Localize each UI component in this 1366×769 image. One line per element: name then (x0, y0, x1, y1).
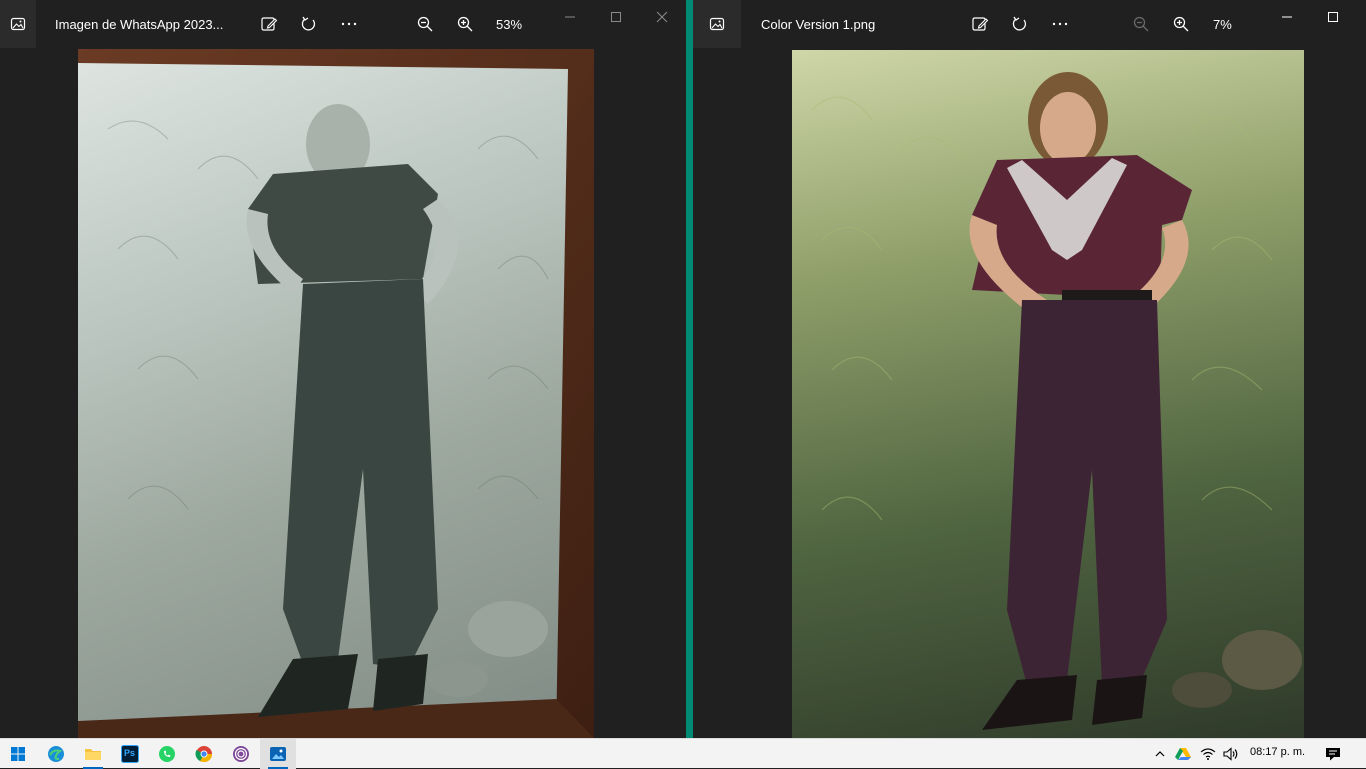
maximize-icon[interactable] (1318, 6, 1348, 28)
windows-start-icon[interactable] (0, 739, 36, 769)
edge-icon[interactable] (38, 739, 74, 769)
zoom-level: 53% (496, 17, 523, 32)
photoshop-label: Ps (124, 748, 136, 758)
close-icon[interactable] (647, 6, 677, 28)
maximize-icon[interactable] (601, 6, 631, 28)
zoom-in-icon[interactable] (1169, 12, 1193, 36)
zoom-level: 7% (1213, 17, 1232, 32)
rotate-icon[interactable] (1008, 12, 1032, 36)
desktop: Imagen de WhatsApp 2023... 53% Color Ver… (0, 0, 1366, 738)
notifications-icon[interactable] (1322, 739, 1344, 769)
file-explorer-icon[interactable] (75, 739, 111, 769)
photos-icon[interactable] (260, 739, 296, 769)
photos-window-right: Color Version 1.png 7% (693, 0, 1366, 738)
minimize-icon[interactable] (555, 6, 585, 28)
google-drive-icon[interactable] (1173, 739, 1193, 769)
minimize-icon[interactable] (1272, 6, 1302, 28)
taskbar: Ps 08:17 p. m. (0, 738, 1366, 769)
chrome-icon[interactable] (186, 739, 222, 769)
whatsapp-icon[interactable] (149, 739, 185, 769)
titlebar-left: Imagen de WhatsApp 2023... 53% (0, 0, 686, 48)
window-title: Color Version 1.png (761, 17, 876, 32)
zoom-in-icon[interactable] (453, 12, 477, 36)
zoom-out-icon[interactable] (1129, 12, 1153, 36)
colorized-photo (792, 50, 1304, 738)
titlebar-right: Color Version 1.png 7% (693, 0, 1366, 48)
more-icon[interactable] (337, 12, 361, 36)
wifi-icon[interactable] (1198, 739, 1218, 769)
photoshop-icon[interactable]: Ps (112, 739, 148, 769)
edit-image-icon[interactable] (968, 12, 992, 36)
zoom-out-icon[interactable] (413, 12, 437, 36)
edit-image-icon[interactable] (257, 12, 281, 36)
volume-icon[interactable] (1221, 739, 1241, 769)
more-icon[interactable] (1048, 12, 1072, 36)
rotate-icon[interactable] (297, 12, 321, 36)
original-photo (78, 49, 594, 738)
photos-app-icon[interactable] (0, 0, 36, 48)
window-title: Imagen de WhatsApp 2023... (55, 17, 224, 32)
system-clock[interactable]: 08:17 p. m. (1250, 746, 1305, 758)
chevron-up-icon[interactable] (1150, 739, 1170, 769)
tor-icon[interactable] (223, 739, 259, 769)
photos-app-icon[interactable] (693, 0, 741, 48)
photos-window-left: Imagen de WhatsApp 2023... 53% (0, 0, 686, 738)
